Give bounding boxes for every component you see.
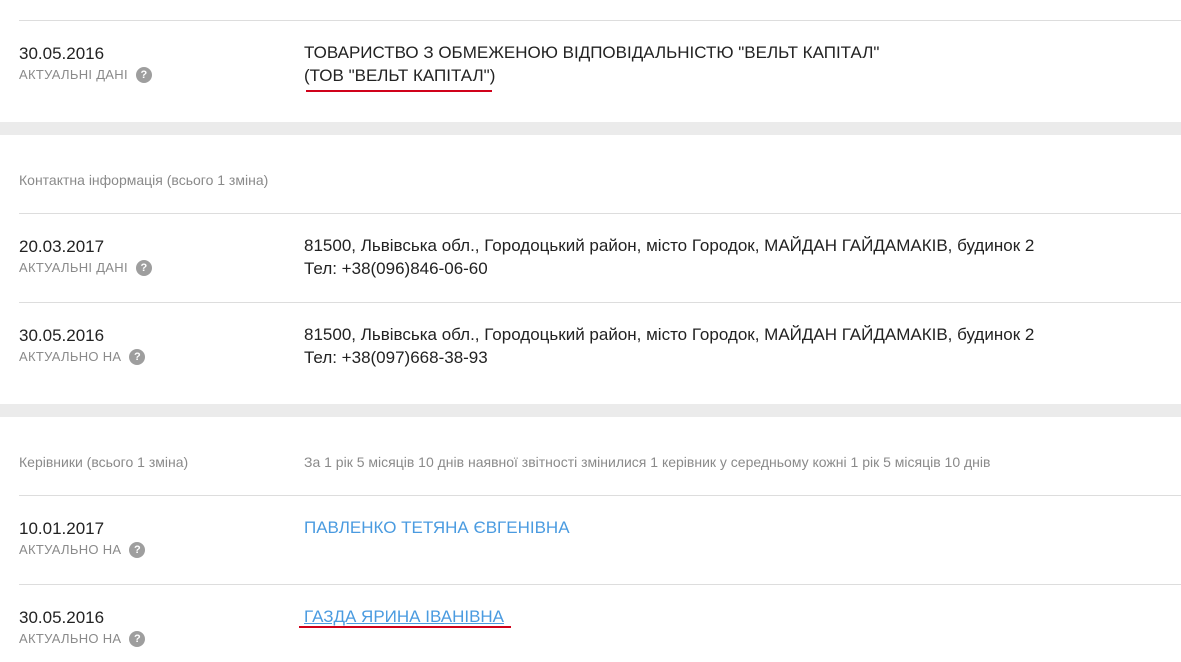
manager-status-label: АКТУАЛЬНО НА xyxy=(19,631,122,646)
help-icon[interactable]: ? xyxy=(129,542,146,558)
help-icon[interactable]: ? xyxy=(129,349,146,365)
company-details-page: 30.05.2016 АКТУАЛЬНІ ДАНІ? ТОВАРИСТВО З … xyxy=(0,0,1181,662)
name-status-label: АКТУАЛЬНІ ДАНІ xyxy=(19,67,128,82)
contact-address: 81500, Львівська обл., Городоцький район… xyxy=(304,325,1035,344)
contact-status-label: АКТУАЛЬНО НА xyxy=(19,349,122,364)
contact-address: 81500, Львівська обл., Городоцький район… xyxy=(304,236,1035,255)
divider xyxy=(19,213,1181,214)
managers-section-title: Керівники (всього 1 зміна) xyxy=(19,454,189,470)
contact-phone: Тел: +38(097)668-38-93 xyxy=(304,348,488,367)
manager-status: АКТУАЛЬНО НА? xyxy=(19,542,146,558)
section-separator xyxy=(0,122,1181,135)
help-icon[interactable]: ? xyxy=(129,631,146,647)
company-full-name: ТОВАРИСТВО З ОБМЕЖЕНОЮ ВІДПОВІДАЛЬНІСТЮ … xyxy=(304,43,880,62)
contact-date: 20.03.2017 xyxy=(19,237,105,256)
contacts-section-title: Контактна інформація (всього 1 зміна) xyxy=(19,172,269,188)
divider xyxy=(19,302,1181,303)
manager-date: 10.01.2017 xyxy=(19,519,105,538)
manager-status-label: АКТУАЛЬНО НА xyxy=(19,542,122,557)
help-icon[interactable]: ? xyxy=(135,67,152,83)
manager-status: АКТУАЛЬНО НА? xyxy=(19,631,146,647)
divider xyxy=(19,584,1181,585)
manager-date: 30.05.2016 xyxy=(19,608,105,627)
divider xyxy=(19,20,1181,21)
annotation-underline xyxy=(306,90,492,92)
manager-name-link[interactable]: ГАЗДА ЯРИНА ІВАНІВНА xyxy=(304,606,504,628)
contact-phone: Тел: +38(096)846-06-60 xyxy=(304,259,488,278)
manager-name-link[interactable]: ПАВЛЕНКО ТЕТЯНА ЄВГЕНІВНА xyxy=(304,517,570,539)
contact-status: АКТУАЛЬНО НА? xyxy=(19,349,146,365)
name-date: 30.05.2016 xyxy=(19,44,105,63)
contact-status-label: АКТУАЛЬНІ ДАНІ xyxy=(19,260,128,275)
annotation-underline xyxy=(299,626,511,628)
contact-date: 30.05.2016 xyxy=(19,326,105,345)
divider xyxy=(19,495,1181,496)
company-short-name: (ТОВ "ВЕЛЬТ КАПІТАЛ") xyxy=(304,66,496,85)
section-separator xyxy=(0,404,1181,417)
name-status: АКТУАЛЬНІ ДАНІ? xyxy=(19,67,152,83)
managers-summary: За 1 рік 5 місяців 10 днів наявної звітн… xyxy=(304,454,991,470)
contact-status: АКТУАЛЬНІ ДАНІ? xyxy=(19,260,152,276)
help-icon[interactable]: ? xyxy=(135,260,152,276)
